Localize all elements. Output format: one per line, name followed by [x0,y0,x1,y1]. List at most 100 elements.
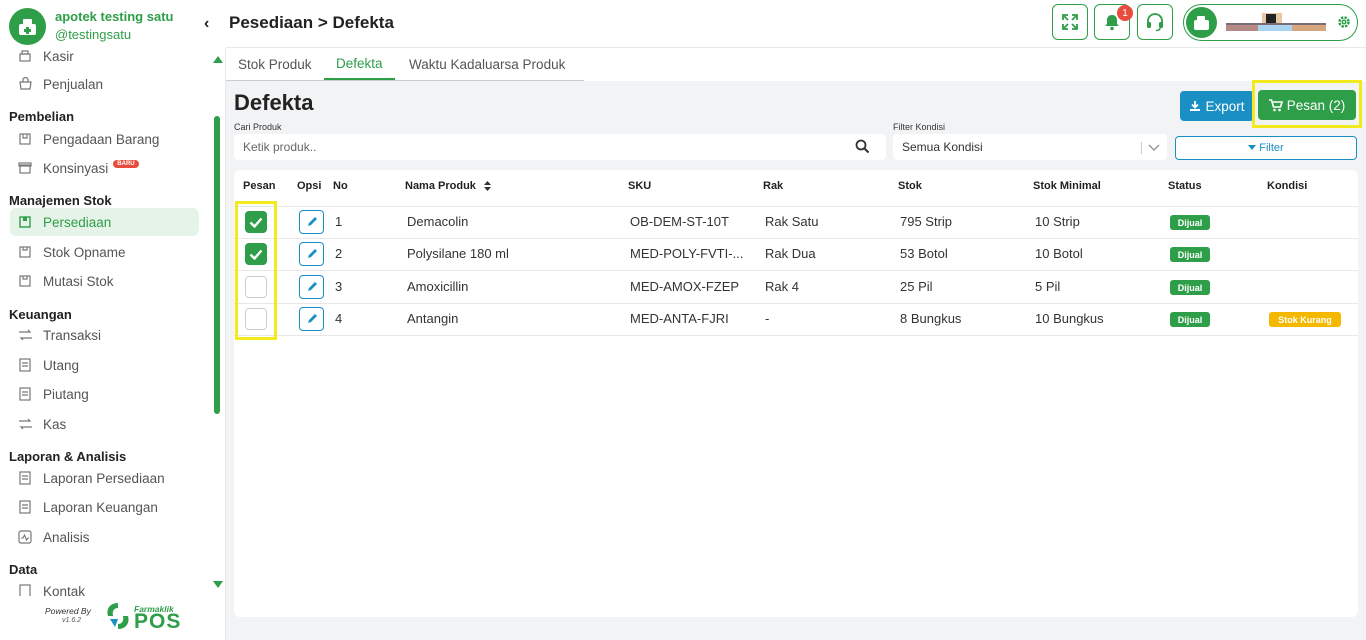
cell-nama-produk: Demacolin [407,214,469,229]
sidebar-menu: Kasir Penjualan Pembelian Pengadaan Bara… [0,48,210,596]
app-handle: @testingsatu [55,27,132,42]
cell-rak: Rak 4 [765,279,799,294]
sidebar-item-laporan-persediaan[interactable]: Laporan Persediaan [16,464,165,492]
sidebar-item-label: Penjualan [43,76,104,92]
cashier-icon [16,48,34,65]
select-separator [1141,142,1142,154]
tab-bar: Stok Produk Defekta Waktu Kadaluarsa Pro… [226,48,1366,81]
sidebar-item-piutang[interactable]: Piutang [16,380,89,408]
sidebar-item-label: Laporan Persediaan [43,470,165,486]
sidebar-item-label: Konsinyasi [43,160,109,176]
edit-button[interactable] [299,242,324,266]
sidebar-item-label: Kas [43,416,67,432]
order-button-highlight [1252,80,1362,128]
sidebar-item-persediaan[interactable]: Persediaan [10,208,199,236]
cell-nama-produk: Amoxicillin [407,279,469,294]
sidebar-item-transaksi[interactable]: Transaksi [16,321,101,349]
sidebar-item-kas[interactable]: Kas [16,410,66,438]
sidebar: Kasir Penjualan Pembelian Pengadaan Bara… [0,0,226,640]
cell-no: 3 [335,279,343,294]
farmaklik-logo-icon [104,601,132,631]
sidebar-group-manajemen-stok: Manajemen Stok [9,193,112,208]
edit-button[interactable] [299,307,324,331]
cell-stok: 53 Botol [900,246,948,261]
tab-waktu-kadaluarsa[interactable]: Waktu Kadaluarsa Produk [397,48,577,80]
settings-gear-icon[interactable] [1337,15,1351,29]
sidebar-item-label: Kasir [43,48,74,64]
status-badge: Dijual [1170,312,1210,327]
scroll-up-icon[interactable] [213,56,223,63]
stock-mutation-icon [16,272,34,290]
fullscreen-button[interactable] [1052,4,1088,40]
cell-stok: 8 Bungkus [900,311,962,326]
kondisi-badge: Stok Kurang [1269,312,1341,327]
edit-button[interactable] [299,275,324,299]
scrollbar-thumb[interactable] [214,116,220,414]
column-header-nama-produk[interactable]: Nama Produk [405,180,491,192]
status-badge: Dijual [1170,247,1210,262]
sidebar-item-laporan-keuangan[interactable]: Laporan Keuangan [16,493,158,521]
export-button[interactable]: Export [1180,91,1254,121]
cell-sku: OB-DEM-ST-10T [630,214,729,229]
support-button[interactable] [1137,4,1173,40]
sidebar-scrollbar[interactable] [210,56,226,592]
sidebar-item-stok-opname[interactable]: Stok Opname [16,238,126,266]
headset-icon [1145,12,1165,32]
avatar [1186,7,1217,38]
filter-button-label: Filter [1259,142,1284,154]
sidebar-item-label: Persediaan [43,214,112,230]
sidebar-group-data: Data [9,562,38,577]
brand-pos-text: POS [134,610,182,633]
version-text: v1.6.2 [62,617,82,624]
sidebar-item-utang[interactable]: Utang [16,351,79,379]
sidebar-item-analisis[interactable]: Analisis [16,523,90,551]
column-header-stok: Stok [898,180,922,192]
sidebar-group-keuangan: Keuangan [9,307,72,322]
user-profile-button[interactable] [1183,4,1358,41]
row-divider [234,335,1358,336]
collapse-sidebar-icon[interactable]: ‹ [204,15,209,33]
sidebar-item-kontak[interactable]: Kontak [16,577,85,596]
cell-sku: MED-POLY-FVTI-... [630,246,744,261]
page-title: Defekta [234,90,314,115]
sidebar-item-mutasi-stok[interactable]: Mutasi Stok [16,267,114,295]
scroll-down-icon[interactable] [213,581,223,588]
sidebar-item-label: Mutasi Stok [43,273,114,289]
sidebar-item-label: Analisis [43,529,90,545]
pencil-icon [307,314,317,323]
sidebar-item-konsinyasi[interactable]: Konsinyasi BARU [16,154,139,182]
tab-stok-produk[interactable]: Stok Produk [226,48,324,80]
row-divider [234,303,1358,304]
procurement-icon [16,130,34,148]
sort-icon[interactable] [483,181,491,192]
sidebar-item-kasir[interactable]: Kasir [16,48,74,70]
export-label: Export [1205,98,1245,114]
caret-down-icon [1248,145,1257,151]
edit-button[interactable] [299,210,324,234]
search-icon[interactable] [855,139,870,154]
cell-nama-produk: Antangin [407,311,459,326]
status-badge: Dijual [1170,215,1210,230]
tab-defekta[interactable]: Defekta [324,48,395,80]
sidebar-item-label: Transaksi [43,327,102,343]
fullscreen-icon [1061,13,1079,31]
sidebar-item-label: Stok Opname [43,244,126,260]
checkbox-column-highlight [235,201,277,340]
search-input[interactable]: Ketik produk.. [234,134,886,160]
contact-icon [16,582,34,596]
chevron-down-icon [1148,142,1160,152]
cell-stok: 25 Pil [900,279,933,294]
sidebar-item-label: Pengadaan Barang [43,131,160,147]
receivable-icon [16,385,34,403]
column-header-opsi: Opsi [297,180,322,192]
filter-kondisi-select[interactable]: Semua Kondisi [893,134,1167,160]
row-divider [234,238,1358,239]
filter-kondisi-value: Semua Kondisi [902,140,983,154]
new-badge: BARU [113,160,139,168]
cell-no: 4 [335,311,343,326]
sidebar-item-penjualan[interactable]: Penjualan [16,70,103,98]
powered-by-text: Powered By [45,606,91,616]
sidebar-item-pengadaan[interactable]: Pengadaan Barang [16,125,159,153]
filter-button[interactable]: Filter [1175,136,1357,160]
column-header-sku: SKU [628,180,652,192]
